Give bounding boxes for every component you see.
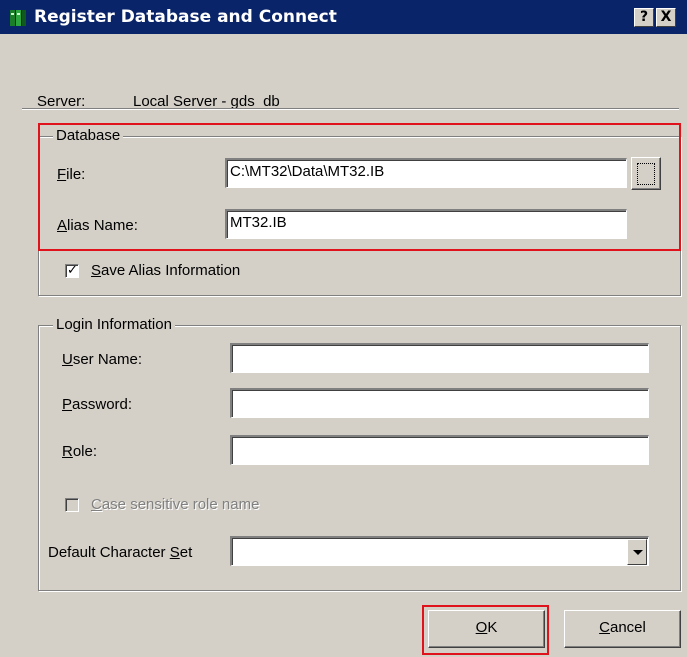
login-group-title: Login Information xyxy=(53,316,175,333)
alias-name-input[interactable]: MT32.IB xyxy=(225,209,627,239)
role-label: Role: xyxy=(62,443,98,460)
ok-button[interactable]: OK xyxy=(428,610,545,648)
user-name-input[interactable] xyxy=(230,343,649,373)
role-input[interactable] xyxy=(230,435,649,465)
save-alias-checkbox[interactable]: ✓ xyxy=(65,262,79,278)
close-button[interactable]: X xyxy=(656,8,676,27)
save-alias-label[interactable]: Save Alias Information xyxy=(91,262,240,279)
help-button[interactable]: ? xyxy=(634,8,654,27)
password-input[interactable] xyxy=(230,388,649,418)
user-name-label: User Name: xyxy=(62,351,143,368)
password-label: Password: xyxy=(62,396,133,413)
chevron-down-icon xyxy=(633,550,643,555)
register-database-dialog: Register Database and Connect ? X Server… xyxy=(0,0,687,657)
default-charset-label: Default Character Set xyxy=(48,544,193,561)
cancel-button[interactable]: Cancel xyxy=(564,610,681,648)
database-group-title: Database xyxy=(53,127,124,144)
alias-name-label: Alias Name: xyxy=(57,217,138,234)
dropdown-button[interactable] xyxy=(627,539,647,565)
file-input[interactable]: C:\MT32\Data\MT32.IB xyxy=(225,158,627,188)
case-sensitive-label: Case sensitive role name xyxy=(91,496,260,513)
separator xyxy=(22,108,679,110)
title-bar[interactable]: Register Database and Connect ? X xyxy=(0,0,687,34)
case-sensitive-checkbox[interactable] xyxy=(65,498,79,512)
browse-button[interactable] xyxy=(631,157,661,190)
file-label: File: xyxy=(57,166,86,183)
browse-file-icon xyxy=(637,163,655,185)
default-charset-select[interactable] xyxy=(230,536,649,566)
database-server-icon xyxy=(10,10,26,26)
window-title: Register Database and Connect xyxy=(34,7,337,27)
checkmark-icon: ✓ xyxy=(67,262,78,277)
